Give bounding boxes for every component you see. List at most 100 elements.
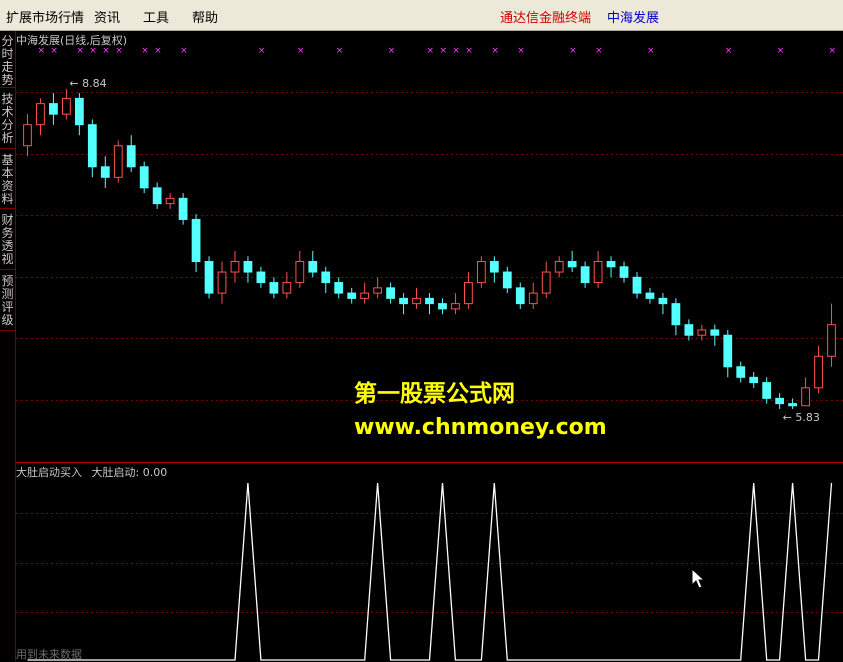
menu-bar: 扩展市场行情 资讯 工具 帮助 通达信金融终端 中海发展 — [0, 0, 843, 31]
candle-body — [788, 403, 798, 407]
candle-body — [347, 292, 357, 299]
candle-body — [334, 282, 344, 294]
candle-body — [684, 324, 694, 336]
candle-body — [191, 218, 201, 263]
signal-marker: × — [647, 46, 655, 56]
candle-body — [230, 261, 240, 273]
signal-marker: × — [569, 46, 577, 56]
candle-body — [61, 97, 71, 115]
candle-body — [425, 297, 434, 305]
candle-body — [74, 97, 84, 126]
signal-marker: × — [141, 46, 149, 56]
candle-body — [801, 387, 810, 407]
candle-body — [632, 276, 642, 294]
candle-body — [243, 261, 253, 273]
candle-body — [515, 287, 525, 305]
signal-marker: × — [297, 46, 305, 56]
signal-marker: × — [154, 46, 162, 56]
candle-body — [541, 271, 551, 294]
candle-body — [827, 324, 836, 357]
indicator-value: 大肚启动: 0.00 — [91, 466, 168, 479]
signal-marker: × — [595, 46, 603, 56]
signal-line — [27, 482, 833, 661]
side-tab-bar: 分时走势 技术分析 基本资料 财务透视 预测评级 — [0, 31, 16, 661]
future-data-note: 用到未来数据 — [16, 648, 82, 661]
tab-intraday[interactable]: 分时走势 — [0, 35, 15, 88]
candle-body — [126, 145, 136, 168]
candle-body — [762, 382, 772, 399]
signal-marker: × — [777, 46, 785, 56]
menu-item-extended-market[interactable]: 扩展市场行情 — [6, 7, 84, 26]
candle-body — [502, 271, 512, 289]
candle-body — [36, 103, 45, 126]
signal-marker: × — [465, 46, 473, 56]
signal-marker: × — [439, 46, 447, 56]
menu-item-help[interactable]: 帮助 — [192, 7, 218, 26]
candle-body — [373, 287, 383, 294]
candle-body — [321, 271, 331, 284]
candle-body — [308, 261, 318, 273]
candle-body — [489, 261, 499, 273]
candle-body — [606, 261, 616, 268]
indicator-panel[interactable]: 大肚启动买入 大肚启动: 0.00 用到未来数据 — [16, 462, 843, 662]
watermark-url: www.chnmoney.com — [354, 415, 607, 440]
candle-body — [152, 187, 162, 205]
indicator-title: 大肚启动买入 大肚启动: 0.00 — [16, 464, 167, 480]
candle-body — [438, 303, 447, 310]
signal-marker: × — [336, 46, 344, 56]
candle-body — [165, 197, 175, 205]
watermark-text: 第一股票公式网 — [354, 381, 515, 407]
candle-body — [736, 366, 746, 378]
tab-financials[interactable]: 财务透视 — [0, 214, 15, 270]
candle-body — [87, 124, 97, 168]
price-chart-panel[interactable]: ← 8.84 ← 5.83 × × × × × × × × × × × × × × × × × × × × × × × × × 中海… — [16, 31, 843, 461]
tab-forecast[interactable]: 预测评级 — [0, 275, 15, 331]
tab-technical[interactable]: 技术分析 — [0, 93, 15, 149]
signal-marker: × — [427, 46, 435, 56]
candle-body — [113, 145, 123, 178]
candle-body — [580, 266, 590, 284]
candle-body — [658, 297, 668, 305]
candle-body — [671, 303, 681, 326]
signal-marker: × — [388, 46, 396, 56]
candle-body — [593, 261, 603, 284]
signal-marker: × — [725, 46, 733, 56]
low-price-label: ← 5.83 — [783, 411, 820, 424]
candle-body — [100, 166, 110, 178]
candle-body — [399, 297, 408, 305]
candle-body — [567, 261, 577, 268]
candle-body — [269, 282, 279, 294]
candle-body — [360, 292, 370, 299]
menu-item-news[interactable]: 资讯 — [94, 7, 120, 26]
candle-body — [23, 124, 32, 147]
candle-body — [217, 271, 227, 294]
high-price-label: ← 8.84 — [69, 77, 106, 90]
candle-body — [554, 261, 564, 273]
broker-name: 通达信金融终端 — [500, 11, 592, 26]
candle-body — [464, 282, 473, 305]
price-chart-title: 中海发展(日线,后复权) — [16, 34, 128, 47]
candle-body — [775, 397, 785, 405]
candle-body — [723, 334, 733, 368]
candle-body — [476, 261, 486, 284]
candle-body — [204, 261, 214, 294]
signal-marker: × — [829, 46, 837, 56]
candle-body — [178, 197, 188, 220]
candle-body — [619, 266, 629, 278]
indicator-chart — [16, 482, 843, 661]
candle-body — [386, 287, 395, 299]
stock-name: 中海发展 — [607, 11, 660, 26]
candle-body — [139, 166, 149, 189]
candle-body — [451, 303, 460, 310]
mouse-cursor-icon — [691, 568, 705, 589]
menu-item-tools[interactable]: 工具 — [143, 7, 169, 26]
signal-marker: × — [180, 46, 188, 56]
tab-fundamentals[interactable]: 基本资料 — [0, 154, 15, 209]
candle-body — [814, 355, 823, 389]
signal-marker: × — [452, 46, 460, 56]
candle-body — [528, 292, 538, 305]
candle-body — [710, 329, 720, 336]
candle-body — [282, 282, 292, 294]
candle-body — [412, 297, 421, 305]
candle-body — [749, 376, 759, 384]
